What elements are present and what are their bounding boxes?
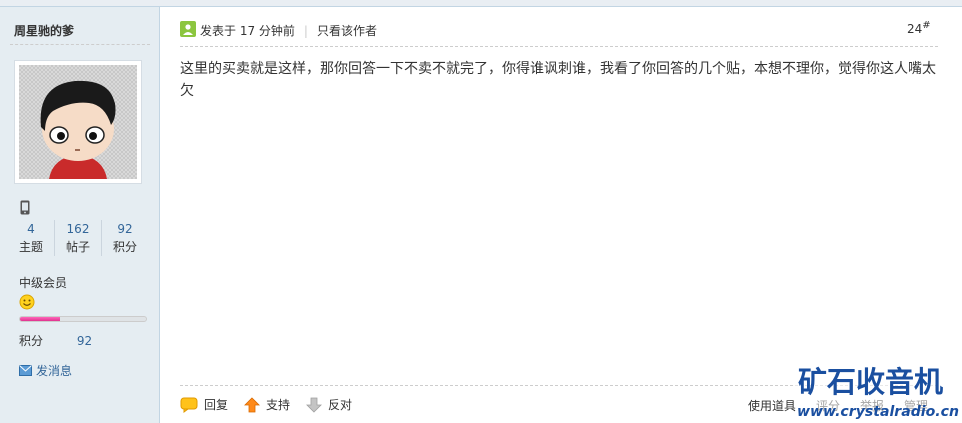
post-time: 发表于 17 分钟前: [200, 24, 295, 38]
support-button[interactable]: 支持: [244, 396, 290, 413]
stat-value: 92: [117, 222, 133, 236]
floor-number[interactable]: 24#: [907, 20, 931, 36]
stat-points[interactable]: 92 积分: [101, 220, 148, 256]
author-username[interactable]: 周星驰的爹: [14, 22, 74, 39]
points-row: 积分 92: [19, 332, 92, 349]
smiley-icon: [19, 294, 35, 313]
oppose-button[interactable]: 反对: [306, 396, 352, 413]
floor-value: 24: [907, 22, 923, 36]
level-progress-fill: [20, 317, 61, 321]
watermark-url: www.crystalradio.cn: [797, 404, 959, 420]
separator: |: [303, 23, 308, 38]
avatar-image: [19, 65, 137, 179]
points-label: 积分: [19, 334, 44, 348]
send-message-link[interactable]: 发消息: [19, 362, 72, 379]
post-header: 发表于 17 分钟前 | 只看该作者: [180, 21, 377, 40]
watermark-title: 矿石收音机: [798, 365, 943, 399]
level-progress-bar: [19, 316, 147, 322]
divider: [180, 46, 938, 47]
author-stats: 4 主题 162 帖子 92 积分: [8, 220, 148, 256]
avatar[interactable]: [14, 60, 142, 184]
stat-label: 主题: [18, 240, 43, 254]
user-group[interactable]: 中级会员: [19, 274, 67, 291]
mail-icon: [19, 365, 32, 376]
post-content: 这里的买卖就是这样，那你回答一下不卖不就完了，你得谁讽刺谁，我看了你回答的几个贴…: [180, 61, 936, 99]
support-arrow-icon: [244, 396, 260, 412]
author-only-link[interactable]: 只看该作者: [317, 22, 377, 39]
stat-posts[interactable]: 162 帖子: [54, 220, 101, 256]
author-sidebar: 周星驰的爹 4 主题 162 帖子 92 积分 中级会员 积分 92 发消息: [0, 7, 160, 423]
divider: [10, 44, 150, 45]
reply-button[interactable]: 回复: [180, 396, 228, 413]
points-value: 92: [76, 334, 93, 348]
floor-mark: #: [922, 20, 931, 31]
post-actions: 回复 支持 反对: [180, 396, 368, 413]
reply-label: 回复: [204, 398, 229, 412]
oppose-arrow-icon: [306, 397, 322, 413]
stat-label: 积分: [112, 240, 137, 254]
stat-label: 帖子: [65, 240, 90, 254]
stat-topics[interactable]: 4 主题: [8, 220, 54, 256]
support-label: 支持: [266, 398, 291, 412]
stat-value: 4: [27, 222, 35, 236]
watermark-logo: 矿石收音机 www.crystalradio.cn: [795, 360, 962, 423]
top-border: [0, 0, 962, 7]
use-tools-link[interactable]: 使用道具: [748, 397, 796, 414]
mobile-icon: [20, 200, 30, 218]
send-message-label: 发消息: [36, 364, 73, 378]
stat-value: 162: [66, 222, 90, 236]
reply-icon: [180, 397, 198, 413]
post-icon: [180, 21, 196, 40]
oppose-label: 反对: [328, 398, 353, 412]
